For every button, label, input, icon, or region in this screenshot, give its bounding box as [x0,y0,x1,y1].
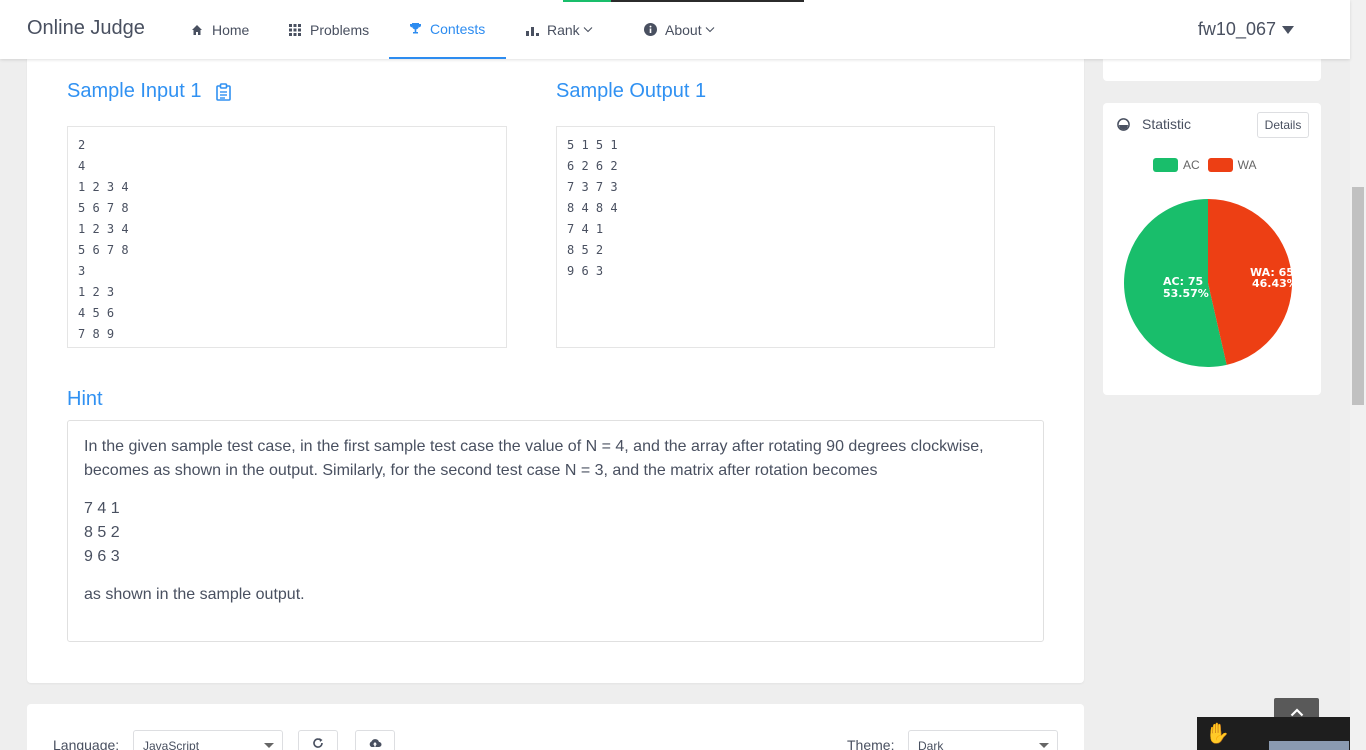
problem-card: Sample Input 1 Sample Output 1 2 4 1 2 3… [27,40,1084,683]
statistic-title: Statistic [1142,116,1192,132]
top-navbar: Online Judge Home Problems Contests Rank [0,0,1350,59]
statistic-header: Statistic [1117,116,1191,132]
refresh-icon [312,736,324,750]
sample-input-box[interactable]: 2 4 1 2 3 4 5 6 7 8 1 2 3 4 5 6 7 8 3 1 … [67,126,507,348]
grid-icon [288,23,302,37]
cloud-upload-icon [368,736,382,750]
legend-swatch-ac [1153,158,1178,172]
legend-swatch-wa [1207,158,1233,172]
chevron-down-icon [583,26,593,33]
nav-home[interactable]: Home [190,0,249,59]
hint-paragraph: In the given sample test case, in the fi… [84,438,984,479]
hint-closing: as shown in the sample output. [84,586,305,603]
language-select[interactable]: JavaScript [133,730,283,750]
reset-code-button[interactable] [298,730,338,750]
theme-select-value: Dark [918,739,944,750]
caret-down-icon [1282,25,1294,34]
language-select-value: JavaScript [143,739,200,750]
nav-problems[interactable]: Problems [288,0,369,59]
chevron-down-icon [705,26,715,33]
user-menu[interactable]: fw10_067 [1198,19,1294,40]
nav-contests[interactable]: Contests [389,0,506,59]
hint-title-text: Hint [67,388,103,410]
hint-matrix: 7 4 1 8 5 2 9 6 3 [84,497,1027,569]
username: fw10_067 [1197,19,1276,39]
hint-matrix-row: 9 6 3 [84,548,120,565]
clipboard-icon[interactable] [215,82,231,101]
statistic-pie-chart: AC: 75 53.57% WA: 65 46.43% [1124,199,1293,367]
sample-input-title: Sample Input 1 [67,80,231,103]
video-overlay-bar: ✋ [1197,717,1366,750]
raise-hand-icon[interactable]: ✋ [1205,721,1230,746]
video-thumbnail [1269,741,1349,750]
nav-problems-label: Problems [310,21,370,38]
brand-title[interactable]: Online Judge [27,17,145,40]
nav-rank[interactable]: Rank [525,0,593,59]
theme-label: Theme: [847,737,895,750]
legend-item-wa[interactable]: WA [1207,158,1257,172]
home-icon [190,23,204,37]
theme-select[interactable]: Dark [908,730,1058,750]
nav-about[interactable]: About [643,0,715,59]
dropdown-arrow-icon [1039,743,1049,748]
sample-input-title-text: Sample Input 1 [67,80,202,102]
dropdown-arrow-icon [264,743,274,748]
progress-strip-dark [611,0,804,2]
hint-matrix-row: 8 5 2 [84,524,120,541]
hint-title: Hint [67,388,103,411]
nav-contests-label: Contests [430,20,486,37]
hint-box: In the given sample test case, in the fi… [67,420,1044,642]
trophy-icon [408,22,422,36]
sample-output-title-text: Sample Output 1 [556,80,707,102]
progress-strip-green [563,0,611,2]
nav-rank-label: Rank [547,21,580,38]
nav-about-label: About [665,21,702,38]
language-label: Language: [53,737,120,750]
sample-output-title: Sample Output 1 [556,80,706,103]
upload-code-button[interactable] [355,730,395,750]
pie-label-wa-pct: 46.43% [1252,277,1293,290]
hint-matrix-row: 7 4 1 [84,500,120,517]
bar-chart-icon [525,23,539,37]
editor-toolbar-card: Language: JavaScript Theme: Dark [27,704,1084,750]
pie-label-ac-pct: 53.57% [1163,287,1209,300]
page-scrollbar[interactable] [1350,0,1366,750]
statistic-card: Statistic Details AC WA AC: 75 53.57% WA… [1103,103,1321,395]
scrollbar-thumb[interactable] [1352,187,1364,405]
sample-output-box[interactable]: 5 1 5 1 6 2 6 2 7 3 7 3 8 4 8 4 7 4 1 8 … [556,126,995,348]
pie-chart-icon [1117,117,1130,131]
nav-home-label: Home [212,21,250,38]
legend-label-ac: AC [1183,158,1200,172]
legend-item-ac[interactable]: AC [1153,158,1200,172]
details-button[interactable]: Details [1257,112,1309,138]
legend-label-wa: WA [1237,158,1257,172]
chart-legend: AC WA [1153,158,1265,172]
info-icon [643,23,657,37]
